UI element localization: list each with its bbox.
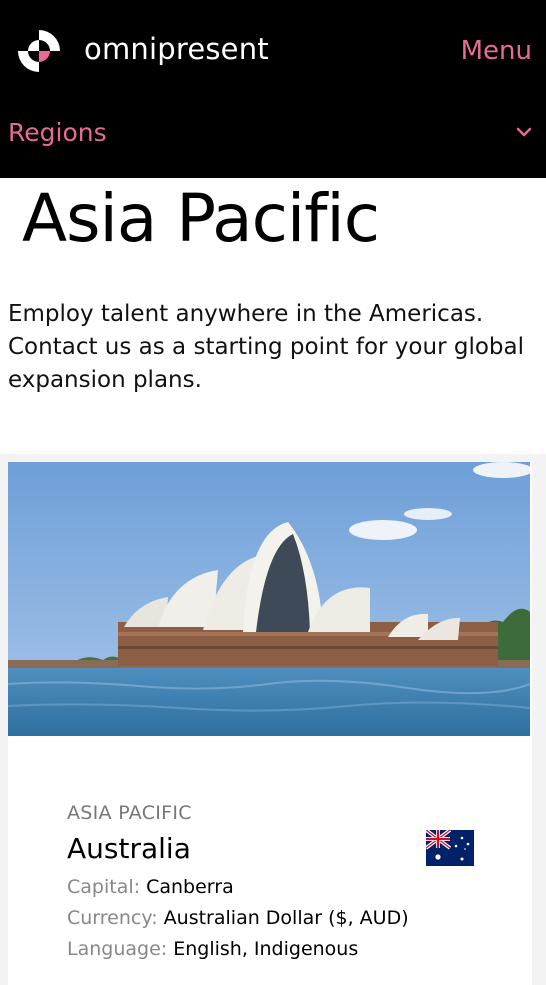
australia-flag-icon	[426, 830, 474, 866]
currency-row: Currency: Australian Dollar ($, AUD)	[67, 907, 409, 929]
brand-home-link[interactable]: omnipresent	[16, 28, 269, 74]
capital-label: Capital:	[67, 876, 141, 898]
language-value: English, Indigenous	[173, 938, 359, 960]
currency-value: Australian Dollar ($, AUD)	[163, 907, 409, 929]
regions-dropdown[interactable]: Regions	[0, 108, 546, 160]
language-row: Language: English, Indigenous	[67, 938, 358, 960]
country-card-details: ASIA PACIFIC Australia Capital: Canberra	[8, 736, 532, 985]
omnipresent-logo-icon	[18, 30, 60, 72]
brand-name: omnipresent	[84, 32, 269, 66]
regions-dropdown-label: Regions	[8, 118, 107, 147]
page-title: Asia Pacific	[22, 180, 380, 257]
country-card-australia[interactable]: ASIA PACIFIC Australia Capital: Canberra	[8, 462, 532, 985]
top-navigation: omnipresent Menu Regions	[0, 0, 546, 178]
capital-row: Capital: Canberra	[67, 876, 234, 898]
menu-button[interactable]: Menu	[461, 36, 532, 66]
country-name: Australia	[67, 832, 191, 865]
region-tag: ASIA PACIFIC	[67, 802, 192, 824]
page-intro: Employ talent anywhere in the Americas. …	[8, 301, 524, 393]
chevron-down-icon	[516, 127, 532, 137]
currency-label: Currency:	[67, 907, 158, 929]
capital-value: Canberra	[146, 876, 234, 898]
language-label: Language:	[67, 938, 168, 960]
sydney-opera-house-photo	[8, 462, 530, 736]
